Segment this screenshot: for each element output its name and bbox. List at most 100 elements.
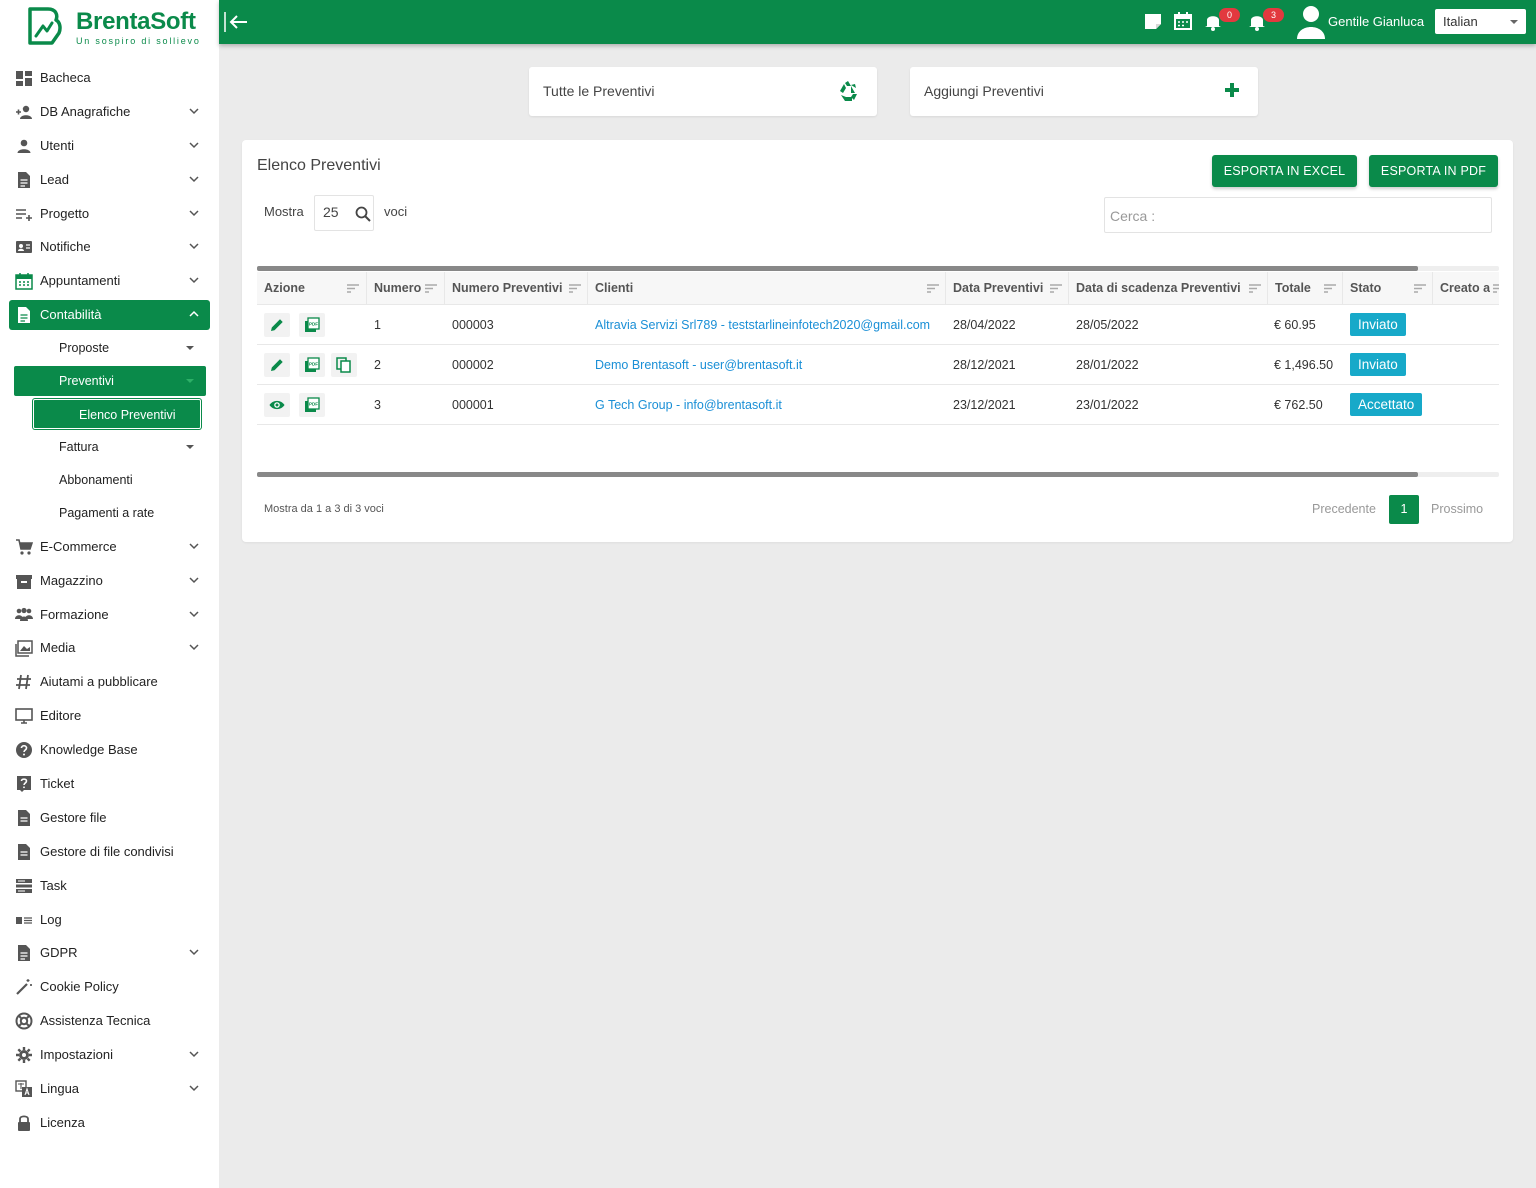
document-icon <box>18 945 30 961</box>
cell-numero-preventivo: 000003 <box>452 318 494 332</box>
status-badge: Accettato <box>1350 393 1423 416</box>
sidebar-item-lead[interactable]: Lead <box>0 165 219 195</box>
horizontal-scrollbar[interactable] <box>257 266 1499 271</box>
column-header-label: Numero <box>374 281 422 295</box>
column-header-data-scadenza[interactable]: Data di scadenza Preventivi <box>1069 272 1268 305</box>
pdf-button[interactable]: PDF <box>299 353 325 377</box>
sidebar-item-label: Bacheca <box>40 70 91 85</box>
chevron-down-icon <box>189 210 199 217</box>
cell-cliente-link[interactable]: Altravia Servizi Srl789 - teststarlinein… <box>595 318 930 332</box>
sidebar-item-gestore-file[interactable]: Gestore file <box>0 803 219 833</box>
sidebar-item-magazzino[interactable]: Magazzino <box>0 566 219 596</box>
sidebar-item-utenti[interactable]: Utenti <box>0 131 219 161</box>
edit-button[interactable] <box>264 353 290 377</box>
column-header-numero-preventivi[interactable]: Numero Preventivi <box>445 272 588 305</box>
column-header-label: Data di scadenza Preventivi <box>1076 281 1241 295</box>
sidebar-item-bacheca[interactable]: Bacheca <box>0 63 219 93</box>
sidebar-item-aiutami-a-pubblicare[interactable]: Aiutami a pubblicare <box>0 667 219 697</box>
scrollbar-thumb[interactable] <box>257 266 1418 271</box>
sidebar-item-formazione[interactable]: Formazione <box>0 600 219 630</box>
sidebar-item-log[interactable]: Log <box>0 905 219 935</box>
submenu-label: Elenco Preventivi <box>79 408 176 422</box>
sidebar-item-contabilita[interactable]: Contabilità <box>9 300 210 330</box>
column-header-creato-a[interactable]: Creato a <box>1433 272 1499 305</box>
export-excel-button[interactable]: ESPORTA IN EXCEL <box>1212 155 1357 187</box>
entries-label: voci <box>384 204 408 219</box>
contact-card-icon <box>16 241 32 253</box>
column-header-stato[interactable]: Stato <box>1343 272 1433 305</box>
playlist-add-icon <box>16 209 32 221</box>
edit-button[interactable] <box>264 313 290 337</box>
pagination-next[interactable]: Prossimo <box>1431 502 1483 516</box>
submenu-elenco-preventivi[interactable]: Elenco Preventivi <box>33 399 201 429</box>
submenu-pagamenti-a-rate[interactable]: Pagamenti a rate <box>0 498 219 528</box>
submenu-preventivi[interactable]: Preventivi <box>14 366 206 396</box>
chevron-up-icon <box>189 310 199 317</box>
all-quotes-card[interactable]: Tutte le Preventivi <box>529 67 877 116</box>
cell-cliente-link[interactable]: Demo Brentasoft - user@brentasoft.it <box>595 358 802 372</box>
sidebar-item-gestore-file-condivisi[interactable]: Gestore di file condivisi <box>0 837 219 867</box>
collapse-sidebar-icon[interactable] <box>223 9 249 35</box>
sidebar-item-appuntamenti[interactable]: Appuntamenti <box>0 266 219 296</box>
sidebar-item-assistenza-tecnica[interactable]: Assistenza Tecnica <box>0 1006 219 1036</box>
sidebar-item-task[interactable]: Task <box>0 871 219 901</box>
status-badge: Inviato <box>1350 353 1406 376</box>
recycle-icon <box>840 81 857 101</box>
cell-totale: € 60.95 <box>1274 318 1316 332</box>
cell-scadenza: 23/01/2022 <box>1076 398 1139 412</box>
brand-name: BrentaSoft <box>76 8 196 35</box>
user-name[interactable]: Gentile Gianluca <box>1328 14 1424 29</box>
sticky-note-icon[interactable] <box>1143 11 1163 31</box>
column-header-azione[interactable]: Azione <box>257 272 367 305</box>
submenu-fattura[interactable]: Fattura <box>0 432 219 462</box>
sidebar-item-ticket[interactable]: Ticket <box>0 769 219 799</box>
sidebar-item-editore[interactable]: Editore <box>0 701 219 731</box>
pdf-button[interactable]: PDF <box>299 393 325 417</box>
cell-cliente-link[interactable]: G Tech Group - info@brentasoft.it <box>595 398 782 412</box>
scrollbar-thumb[interactable] <box>257 472 1418 477</box>
horizontal-scrollbar[interactable] <box>257 472 1499 477</box>
language-select[interactable]: Italian <box>1435 9 1526 34</box>
pagination-previous[interactable]: Precedente <box>1312 502 1376 516</box>
sidebar-item-notifiche[interactable]: Notifiche <box>0 232 219 262</box>
pdf-icon: PDF <box>305 397 320 412</box>
page-title: Elenco Preventivi <box>257 157 381 174</box>
submenu-label: Abbonamenti <box>59 473 133 487</box>
column-header-totale[interactable]: Totale <box>1268 272 1343 305</box>
add-user-icon <box>16 105 32 119</box>
sidebar-item-label: Cookie Policy <box>40 979 119 994</box>
sidebar-item-gdpr[interactable]: GDPR <box>0 938 219 968</box>
submenu-proposte[interactable]: Proposte <box>0 333 219 363</box>
sidebar-item-ecommerce[interactable]: E-Commerce <box>0 532 219 562</box>
sidebar-item-licenza[interactable]: Licenza <box>0 1108 219 1138</box>
chevron-down-icon <box>189 277 199 284</box>
export-pdf-button[interactable]: ESPORTA IN PDF <box>1369 155 1498 187</box>
view-button[interactable] <box>264 393 290 417</box>
page-length-select[interactable]: 25 <box>314 195 374 231</box>
chevron-down-icon <box>189 611 199 618</box>
document-icon <box>18 307 30 323</box>
submenu-abbonamenti[interactable]: Abbonamenti <box>0 465 219 495</box>
add-quote-card[interactable]: Aggiungi Preventivi <box>910 67 1258 116</box>
pagination-page-1[interactable]: 1 <box>1389 495 1419 524</box>
sidebar-item-impostazioni[interactable]: Impostazioni <box>0 1040 219 1070</box>
pdf-icon: PDF <box>305 357 320 372</box>
sidebar-item-lingua[interactable]: Lingua <box>0 1074 219 1104</box>
duplicate-button[interactable] <box>331 353 357 377</box>
calendar-icon[interactable] <box>1173 11 1193 31</box>
submenu-label: Fattura <box>59 440 99 454</box>
sidebar-item-progetto[interactable]: Progetto <box>0 199 219 229</box>
avatar[interactable] <box>1296 3 1326 41</box>
submenu-label: Proposte <box>59 341 110 355</box>
pdf-button[interactable]: PDF <box>299 313 325 337</box>
search-input[interactable]: Cerca : <box>1104 197 1492 233</box>
column-header-data-preventivi[interactable]: Data Preventivi <box>946 272 1069 305</box>
sidebar-item-media[interactable]: Media <box>0 633 219 663</box>
column-header-clienti[interactable]: Clienti <box>588 272 946 305</box>
sidebar-item-db-anagrafiche[interactable]: DB Anagrafiche <box>0 97 219 127</box>
sidebar-item-cookie-policy[interactable]: Cookie Policy <box>0 972 219 1002</box>
sidebar-item-label: Log <box>40 912 62 927</box>
column-header-numero[interactable]: Numero <box>367 272 445 305</box>
sidebar-item-knowledge-base[interactable]: Knowledge Base <box>0 735 219 765</box>
table-row: PDF 2 000002 Demo Brentasoft - user@bren… <box>257 345 1499 385</box>
